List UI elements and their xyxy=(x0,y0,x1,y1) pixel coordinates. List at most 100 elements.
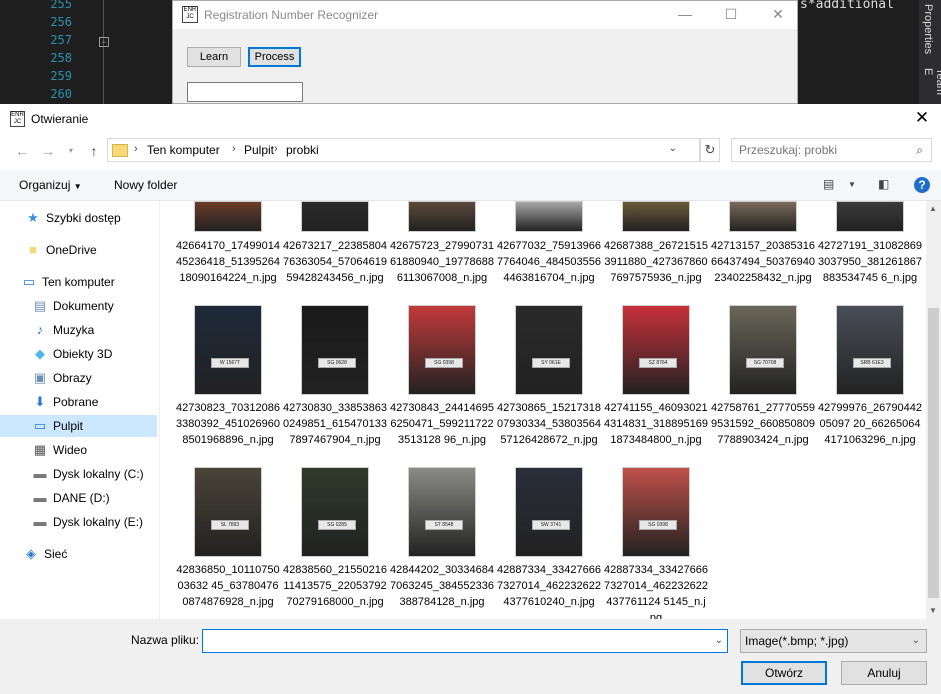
code-text: s*additional xyxy=(800,0,894,12)
file-name: 42664170_1749901445236418_51395264180901… xyxy=(176,240,281,284)
file-thumbnail[interactable]: SRB 61E3 xyxy=(836,305,904,395)
file-thumbnail[interactable]: SL 7893 xyxy=(194,467,262,557)
nav-item-label: DANE (D:) xyxy=(53,491,110,505)
file-thumbnail[interactable]: SY 061E xyxy=(515,305,583,395)
scroll-down-icon[interactable]: ▼ xyxy=(929,606,937,615)
search-icon[interactable]: ⌕ xyxy=(916,143,923,158)
preview-pane-icon[interactable]: ◧ xyxy=(878,177,889,191)
breadcrumb-probki[interactable]: probki xyxy=(286,143,319,157)
chevron-down-icon[interactable]: ▼ xyxy=(848,180,856,189)
file-name: 42730843_244146956250471_599211722351312… xyxy=(390,402,495,446)
search-box[interactable]: ⌕ xyxy=(731,138,932,162)
scrollbar-thumb[interactable] xyxy=(928,308,939,598)
download-icon: ⬇ xyxy=(34,394,46,409)
view-options-icon[interactable]: ▤ xyxy=(823,177,834,191)
file-thumbnail[interactable]: SG 70708 xyxy=(729,305,797,395)
up-arrow-icon[interactable]: ↑ xyxy=(84,142,104,160)
file-thumbnail[interactable] xyxy=(515,201,583,232)
file-thumbnail[interactable] xyxy=(622,201,690,232)
file-thumbnail[interactable]: SZ 8764 xyxy=(622,305,690,395)
forward-arrow-icon[interactable]: → xyxy=(38,142,58,160)
chevron-right-icon[interactable]: › xyxy=(232,143,236,155)
refresh-icon[interactable]: ↻ xyxy=(700,138,720,162)
line-number: 255 xyxy=(50,0,72,11)
dialog-title-bar: ENR JC Otwieranie ✕ xyxy=(0,104,941,132)
chevron-down-icon[interactable]: ⌄ xyxy=(669,143,677,154)
folder-icon: ■ xyxy=(29,242,37,257)
organize-button[interactable]: Organizuj ▼ xyxy=(19,178,82,192)
recent-dropdown-icon[interactable]: ▾ xyxy=(61,142,81,160)
vertical-scrollbar[interactable]: ▲ ▼ xyxy=(926,201,941,619)
nav-item-obrazy[interactable]: ▣ Obrazy xyxy=(0,367,157,389)
team-explorer-tab[interactable]: Team E xyxy=(922,68,941,104)
app-title-bar: ENR JC Registration Number Recognizer — … xyxy=(173,1,797,29)
file-thumbnail[interactable]: W 1567T xyxy=(194,305,262,395)
pictures-icon: ▣ xyxy=(33,370,47,385)
cancel-button[interactable]: Anuluj xyxy=(841,661,927,685)
ide-side-tabs: Properties Team E xyxy=(919,0,941,104)
drive-icon: ▬ xyxy=(33,490,47,505)
nav-item-wideo[interactable]: ▦ Wideo xyxy=(0,439,157,461)
file-thumbnail[interactable]: SG 0285 xyxy=(301,467,369,557)
file-thumbnail[interactable]: SW 3741 xyxy=(515,467,583,557)
learn-button[interactable]: Learn xyxy=(187,47,241,67)
nav-item-sieć[interactable]: ◈ Sieć xyxy=(0,543,157,565)
help-icon[interactable]: ? xyxy=(914,177,930,193)
file-name: 42687388_267215153911880_427367860769757… xyxy=(604,240,709,284)
nav-item-szybki-dostęp[interactable]: ★ Szybki dostęp xyxy=(0,207,157,229)
breadcrumb-ten-komputer[interactable]: Ten komputer xyxy=(147,143,220,157)
nav-item-muzyka[interactable]: ♪ Muzyka xyxy=(0,319,157,341)
nav-item-dane-d[interactable]: ▬ DANE (D:) xyxy=(0,487,157,509)
app-text-input[interactable] xyxy=(187,82,303,102)
file-thumbnail[interactable] xyxy=(836,201,904,232)
chevron-down-icon[interactable]: ⌄ xyxy=(715,635,723,646)
nav-item-label: Dysk lokalny (C:) xyxy=(53,467,144,481)
nav-item-label: Obiekty 3D xyxy=(53,347,113,361)
file-thumbnail[interactable] xyxy=(729,201,797,232)
chevron-down-icon: ⌄ xyxy=(911,635,920,646)
scroll-up-icon[interactable]: ▲ xyxy=(929,204,937,213)
file-name: 42844202_303346847063245_384552336388784… xyxy=(390,564,495,608)
minimize-icon[interactable]: — xyxy=(670,4,700,24)
music-icon: ♪ xyxy=(36,322,44,337)
dialog-close-icon[interactable]: ✕ xyxy=(907,106,937,130)
file-thumbnail[interactable]: SG 0398 xyxy=(408,305,476,395)
nav-item-obiekty-3d[interactable]: ◆ Obiekty 3D xyxy=(0,343,157,365)
breadcrumb-pulpit[interactable]: Pulpit xyxy=(244,143,274,157)
address-bar[interactable]: › Ten komputer › Pulpit › probki ⌄ xyxy=(107,138,700,162)
filename-input[interactable] xyxy=(203,630,711,652)
new-folder-button[interactable]: Nowy folder xyxy=(114,178,177,192)
filetype-select[interactable]: Image(*.bmp; *.jpg) ⌄ xyxy=(740,629,927,653)
license-plate: SY 061E xyxy=(532,358,570,368)
app-title: Registration Number Recognizer xyxy=(204,8,379,22)
file-thumbnail[interactable]: ST 8548 xyxy=(408,467,476,557)
open-button[interactable]: Otwórz xyxy=(741,661,827,685)
nav-item-dysk-lokalny-c[interactable]: ▬ Dysk lokalny (C:) xyxy=(0,463,157,485)
nav-item-ten-komputer[interactable]: ▭ Ten komputer xyxy=(0,271,157,293)
file-thumbnail[interactable] xyxy=(194,201,262,232)
nav-item-pulpit[interactable]: ▭ Pulpit xyxy=(0,415,157,437)
maximize-icon[interactable]: ☐ xyxy=(716,4,746,24)
file-thumbnail[interactable] xyxy=(301,201,369,232)
line-number: 259 xyxy=(50,69,72,83)
file-name: 42836850_1011075003632 45_63780476087487… xyxy=(176,564,280,608)
search-input[interactable] xyxy=(732,139,916,161)
filename-field[interactable]: ⌄ xyxy=(202,629,728,653)
file-thumbnail[interactable]: SG 0628 xyxy=(301,305,369,395)
back-arrow-icon[interactable]: ← xyxy=(12,142,32,160)
nav-item-dysk-lokalny-e[interactable]: ▬ Dysk lokalny (E:) xyxy=(0,511,157,533)
nav-item-label: Muzyka xyxy=(53,323,95,337)
nav-item-label: Pobrane xyxy=(53,395,99,409)
nav-item-pobrane[interactable]: ⬇ Pobrane xyxy=(0,391,157,413)
chevron-right-icon[interactable]: › xyxy=(274,143,278,155)
file-thumbnail[interactable]: SG 0398 xyxy=(622,467,690,557)
close-icon[interactable]: ✕ xyxy=(763,4,793,24)
nav-item-onedrive[interactable]: ■ OneDrive xyxy=(0,239,157,261)
nav-item-dokumenty[interactable]: ▤ Dokumenty xyxy=(0,295,157,317)
file-name: 42838560_2155021611413575_22053792702791… xyxy=(283,564,388,608)
file-thumbnail[interactable] xyxy=(408,201,476,232)
properties-tab[interactable]: Properties xyxy=(922,4,934,54)
process-button[interactable]: Process xyxy=(248,47,301,67)
chevron-right-icon[interactable]: › xyxy=(134,143,138,155)
collapse-icon[interactable]: − xyxy=(99,37,109,47)
